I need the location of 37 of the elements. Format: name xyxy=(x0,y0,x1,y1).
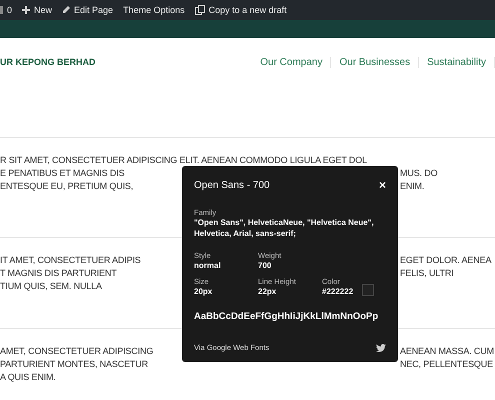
font-family-value: "Open Sans", HelveticaNeue, "Helvetica Neue", Helvetica, Arial, sans-serif; xyxy=(194,217,375,239)
admin-bar-link[interactable]: Copy to a new draft xyxy=(194,5,287,15)
nav-link[interactable]: Sustainability xyxy=(419,56,495,68)
paragraph-line: TIUM QUIS, SEM. NULLA xyxy=(0,280,103,293)
admin-bar-link[interactable]: Edit Page xyxy=(62,5,114,15)
admin-bar-link[interactable]: Theme Options xyxy=(123,5,185,15)
paragraph-line: PARTURIENT MONTES, NASCETUR xyxy=(0,358,149,371)
comment-count[interactable]: 0 xyxy=(0,5,12,15)
plus-icon xyxy=(22,6,30,14)
paragraph-line: A QUIS ENIM. xyxy=(0,371,57,384)
field-value: normal xyxy=(194,260,222,271)
paragraph-line: R SIT AMET, CONSECTETUER ADIPISCING ELIT. AENEAN COMMODO LIGULA EGET DOL xyxy=(0,154,368,167)
pencil-icon xyxy=(62,6,70,14)
nav-link[interactable]: Our Businesses xyxy=(331,56,420,68)
field-value: 20px xyxy=(194,286,214,297)
paragraph-line: MUS. DO xyxy=(400,167,438,180)
paragraph-line: E PENATIBUS ET MAGNIS DIS xyxy=(0,167,126,180)
popup-title: Open Sans - 700 xyxy=(194,180,270,190)
field-value: 700 xyxy=(258,260,272,271)
field-value: #222222 xyxy=(322,286,354,297)
field-value: 22px xyxy=(258,286,278,297)
paragraph-line: ENIM. xyxy=(400,180,426,193)
admin-bar-link[interactable]: New xyxy=(22,5,52,15)
paragraph-line: T MAGNIS DIS PARTURIENT xyxy=(0,267,118,280)
paragraph-line: NEC, PELLENTESQUE xyxy=(400,358,494,371)
paragraph-line: EGET DOLOR. AENEA xyxy=(400,254,492,267)
copy-icon xyxy=(194,5,205,15)
close-button[interactable]: × xyxy=(378,178,386,192)
paragraph-line: AMET, CONSECTETUER ADIPISCING xyxy=(0,345,154,358)
paragraph-line: AENEAN MASSA. CUM xyxy=(400,345,495,358)
nav-link[interactable]: Our Company xyxy=(252,56,332,68)
paragraph-line: ENTESQUE EU, PRETIUM QUIS, xyxy=(0,180,134,193)
paragraph-line: FELIS, ULTRI xyxy=(400,267,455,280)
site-logo[interactable]: UR KEPONG BERHAD xyxy=(0,57,96,67)
paragraph-line: IT AMET, CONSECTETUER ADIPIS xyxy=(0,254,142,267)
font-sample: AaBbCcDdEeFfGgHhIiJjKkLlMmNnOoPp xyxy=(194,311,380,322)
bird-icon[interactable] xyxy=(376,344,386,352)
